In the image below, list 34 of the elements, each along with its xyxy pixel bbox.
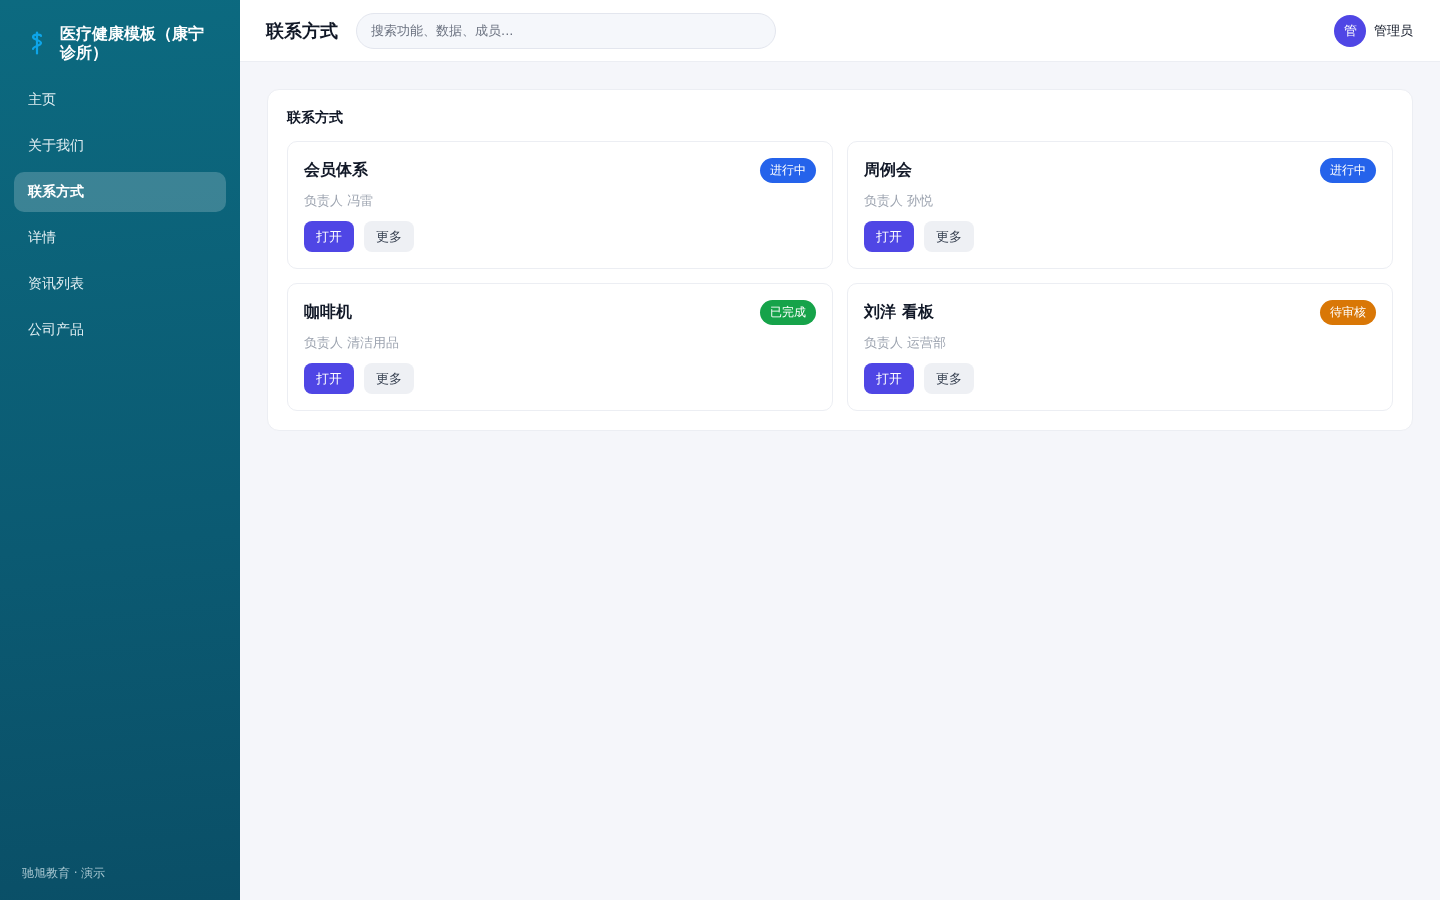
avatar[interactable]: 管: [1334, 14, 1366, 47]
owner-text: 负责人 孙悦: [864, 192, 935, 210]
nav-item[interactable]: 公司产品: [14, 310, 226, 350]
sidebar-footer: 驰旭教育 · 演示: [14, 865, 226, 882]
owner-text: 负责人 运营部: [864, 334, 948, 352]
nav-item[interactable]: 详情: [14, 218, 226, 258]
status-badge: 待审核: [1320, 300, 1376, 325]
nav-item[interactable]: 联系方式: [14, 172, 226, 212]
status-badge: 已完成: [760, 300, 816, 325]
card-title: 周例会: [864, 160, 912, 181]
status-badge: 进行中: [760, 158, 816, 183]
open-button[interactable]: 打开: [304, 221, 354, 252]
brand-title: 医疗健康模板（康宁诊所）: [60, 24, 205, 62]
card-title: 会员体系: [304, 160, 368, 181]
panel-title: 联系方式: [287, 109, 344, 127]
more-button[interactable]: 更多: [924, 221, 974, 252]
nav-item[interactable]: 资讯列表: [14, 264, 226, 304]
more-button[interactable]: 更多: [924, 363, 974, 394]
nav-item[interactable]: 主页: [14, 80, 226, 120]
more-button[interactable]: 更多: [364, 363, 414, 394]
status-badge: 进行中: [1320, 158, 1376, 183]
search-field[interactable]: 搜索功能、数据、成员...: [356, 12, 776, 49]
card-title: 刘洋 看板: [864, 302, 934, 323]
owner-text: 负责人 冯雷: [304, 192, 375, 210]
more-button[interactable]: 更多: [364, 221, 414, 252]
user-name: 管理员: [1374, 21, 1413, 40]
open-button[interactable]: 打开: [864, 363, 914, 394]
staff-snake-icon: [30, 31, 44, 55]
page-title: 联系方式: [266, 18, 338, 43]
card-title: 咖啡机: [304, 302, 352, 323]
nav-item[interactable]: 关于我们: [14, 126, 226, 166]
open-button[interactable]: 打开: [304, 363, 354, 394]
open-button[interactable]: 打开: [864, 221, 914, 252]
owner-text: 负责人 清洁用品: [304, 334, 401, 352]
